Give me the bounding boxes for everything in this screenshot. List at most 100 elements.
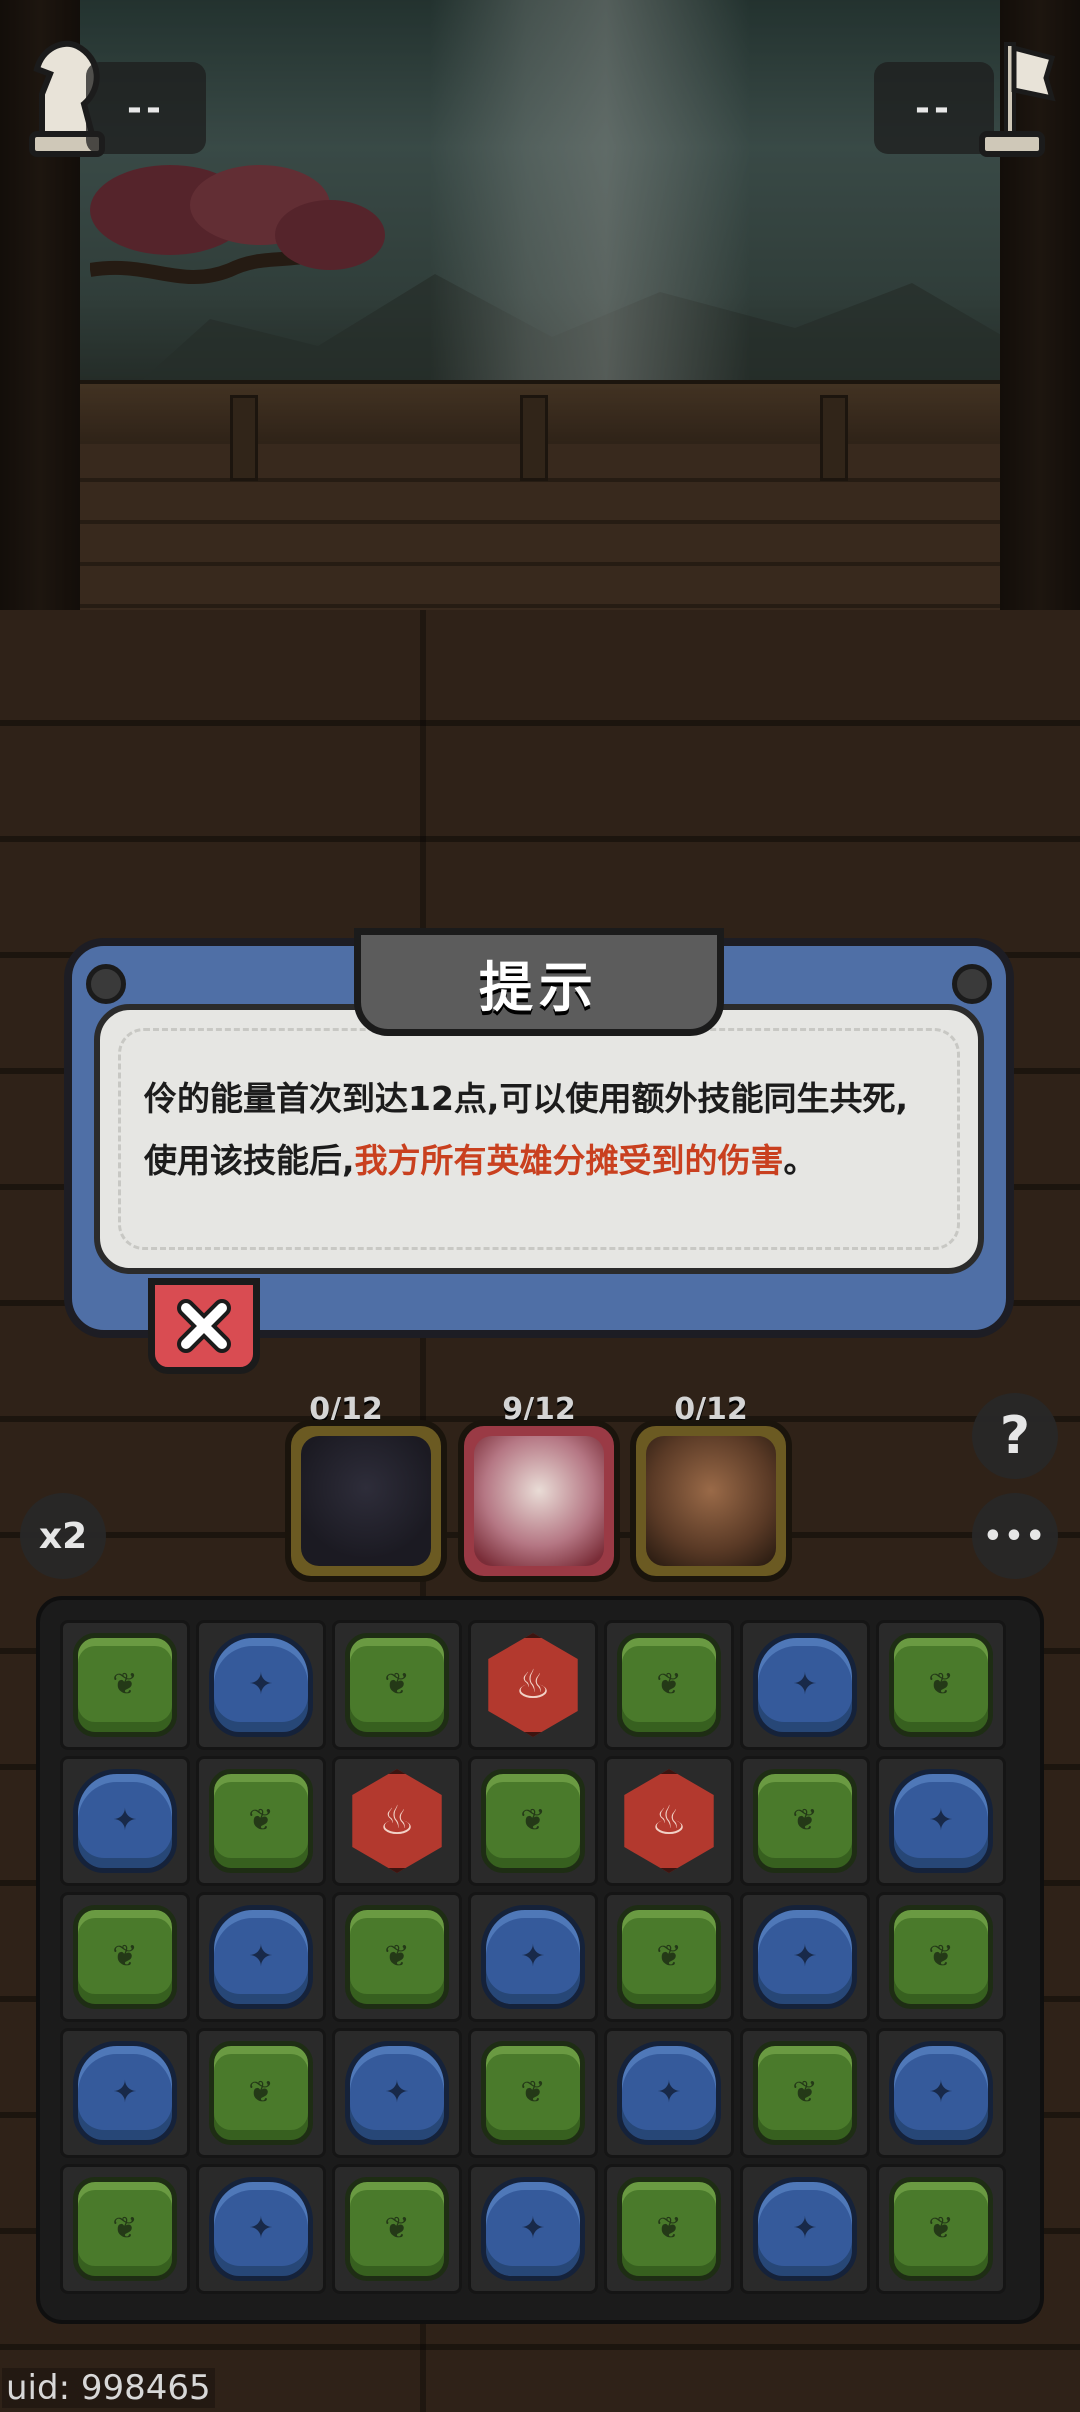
green-gem-icon: ❦ [73, 1905, 177, 2009]
green-gem-icon: ❦ [617, 1633, 721, 1737]
green-gem-symbol: ❦ [928, 1667, 954, 1702]
blue-gem-symbol: ✦ [520, 1939, 546, 1974]
board-cell[interactable]: ✦ [740, 1892, 870, 2022]
blue-gem-symbol: ✦ [112, 1803, 138, 1838]
green-gem-icon: ❦ [753, 1769, 857, 1873]
bolt-icon [86, 964, 126, 1004]
blue-gem-icon: ✦ [481, 2177, 585, 2281]
board-cell[interactable]: ✦ [604, 2028, 734, 2158]
dialog-message: 伶的能量首次到达12点,可以使用额外技能同生共死,使用该技能后,我方所有英雄分摊… [144, 1068, 934, 1192]
blue-gem-icon: ✦ [753, 2177, 857, 2281]
hero-card-1[interactable] [285, 1420, 447, 1582]
board-cell[interactable]: ✦ [468, 1892, 598, 2022]
dialog-message-end: 。 [783, 1141, 817, 1180]
board-cell[interactable]: ❦ [60, 1892, 190, 2022]
green-gem-icon: ❦ [889, 1633, 993, 1737]
green-gem-icon: ❦ [345, 1905, 449, 2009]
blue-gem-icon: ✦ [753, 1633, 857, 1737]
green-gem-symbol: ❦ [112, 2211, 138, 2246]
green-gem-symbol: ❦ [928, 2211, 954, 2246]
board-cell[interactable]: ❦ [332, 1620, 462, 1750]
red-gem-symbol: ♨ [651, 1798, 687, 1844]
blue-gem-icon: ✦ [889, 1769, 993, 1873]
blue-gem-symbol: ✦ [792, 1939, 818, 1974]
blue-gem-symbol: ✦ [248, 1667, 274, 1702]
blue-gem-icon: ✦ [73, 1769, 177, 1873]
board-cell[interactable]: ✦ [876, 2028, 1006, 2158]
board-cell[interactable]: ♨ [604, 1756, 734, 1886]
left-score: -- [86, 62, 206, 154]
blue-gem-icon: ✦ [617, 2041, 721, 2145]
board-cell[interactable]: ✦ [60, 2028, 190, 2158]
blue-gem-icon: ✦ [753, 1905, 857, 2009]
board-cell[interactable]: ❦ [604, 2164, 734, 2294]
board-cell[interactable]: ✦ [196, 1892, 326, 2022]
red-gem-icon: ♨ [624, 1769, 714, 1873]
board-cell[interactable]: ♨ [332, 1756, 462, 1886]
board-cell[interactable]: ✦ [332, 2028, 462, 2158]
green-gem-icon: ❦ [209, 1769, 313, 1873]
green-gem-symbol: ❦ [520, 1803, 546, 1838]
board-cell[interactable]: ✦ [196, 1620, 326, 1750]
green-gem-icon: ❦ [753, 2041, 857, 2145]
board-cell[interactable]: ❦ [468, 1756, 598, 1886]
board-cell[interactable]: ❦ [876, 1892, 1006, 2022]
green-gem-icon: ❦ [73, 2177, 177, 2281]
green-gem-icon: ❦ [481, 2041, 585, 2145]
hero-card-2[interactable] [458, 1420, 620, 1582]
close-button[interactable] [148, 1278, 260, 1374]
blue-gem-icon: ✦ [209, 1633, 313, 1737]
red-gem-icon: ♨ [488, 1633, 578, 1737]
blue-gem-symbol: ✦ [928, 1803, 954, 1838]
board-cell[interactable]: ❦ [468, 2028, 598, 2158]
green-gem-symbol: ❦ [656, 1667, 682, 1702]
green-gem-icon: ❦ [617, 1905, 721, 2009]
board-cell[interactable]: ❦ [196, 2028, 326, 2158]
board-cell[interactable]: ❦ [604, 1892, 734, 2022]
green-gem-symbol: ❦ [656, 1939, 682, 1974]
blue-gem-symbol: ✦ [248, 2211, 274, 2246]
board-cell[interactable]: ✦ [468, 2164, 598, 2294]
hero-portrait-dark-hair [301, 1436, 431, 1566]
speed-toggle-button[interactable]: x2 [20, 1493, 106, 1579]
board-cell[interactable]: ❦ [60, 2164, 190, 2294]
board-cell[interactable]: ✦ [876, 1756, 1006, 1886]
help-button[interactable]: ? [972, 1393, 1058, 1479]
board-cell[interactable]: ❦ [332, 1892, 462, 2022]
board-cell[interactable]: ❦ [876, 1620, 1006, 1750]
board-cell[interactable]: ❦ [332, 2164, 462, 2294]
board-cell[interactable]: ❦ [604, 1620, 734, 1750]
blue-gem-symbol: ✦ [928, 2075, 954, 2110]
green-gem-icon: ❦ [209, 2041, 313, 2145]
board-cell[interactable]: ✦ [196, 2164, 326, 2294]
blue-gem-symbol: ✦ [792, 2211, 818, 2246]
dialog-title-tab: 提示 [354, 928, 724, 1036]
blue-gem-icon: ✦ [73, 2041, 177, 2145]
green-gem-symbol: ❦ [656, 2211, 682, 2246]
board-cell[interactable]: ❦ [196, 1756, 326, 1886]
board-cell[interactable]: ✦ [60, 1756, 190, 1886]
blue-gem-symbol: ✦ [248, 1939, 274, 1974]
board-cell[interactable]: ♨ [468, 1620, 598, 1750]
green-gem-symbol: ❦ [384, 2211, 410, 2246]
green-gem-icon: ❦ [889, 2177, 993, 2281]
green-gem-symbol: ❦ [520, 2075, 546, 2110]
board-cell[interactable]: ✦ [740, 1620, 870, 1750]
hero-portrait-curly-hair [646, 1436, 776, 1566]
hero-card-3[interactable] [630, 1420, 792, 1582]
board-cell[interactable]: ❦ [740, 1756, 870, 1886]
board-cell[interactable]: ✦ [740, 2164, 870, 2294]
green-gem-icon: ❦ [73, 1633, 177, 1737]
red-gem-icon: ♨ [352, 1769, 442, 1873]
board-cell[interactable]: ❦ [740, 2028, 870, 2158]
close-x-icon [177, 1299, 231, 1353]
blue-gem-symbol: ✦ [792, 1667, 818, 1702]
green-gem-icon: ❦ [345, 1633, 449, 1737]
green-gem-icon: ❦ [617, 2177, 721, 2281]
board-cell[interactable]: ❦ [876, 2164, 1006, 2294]
dialog-title: 提示 [479, 955, 599, 1019]
dialog-message-highlight: 我方所有英雄分摊受到的伤害 [354, 1141, 784, 1180]
board-cell[interactable]: ❦ [60, 1620, 190, 1750]
green-gem-symbol: ❦ [928, 1939, 954, 1974]
more-button[interactable]: ••• [972, 1493, 1058, 1579]
